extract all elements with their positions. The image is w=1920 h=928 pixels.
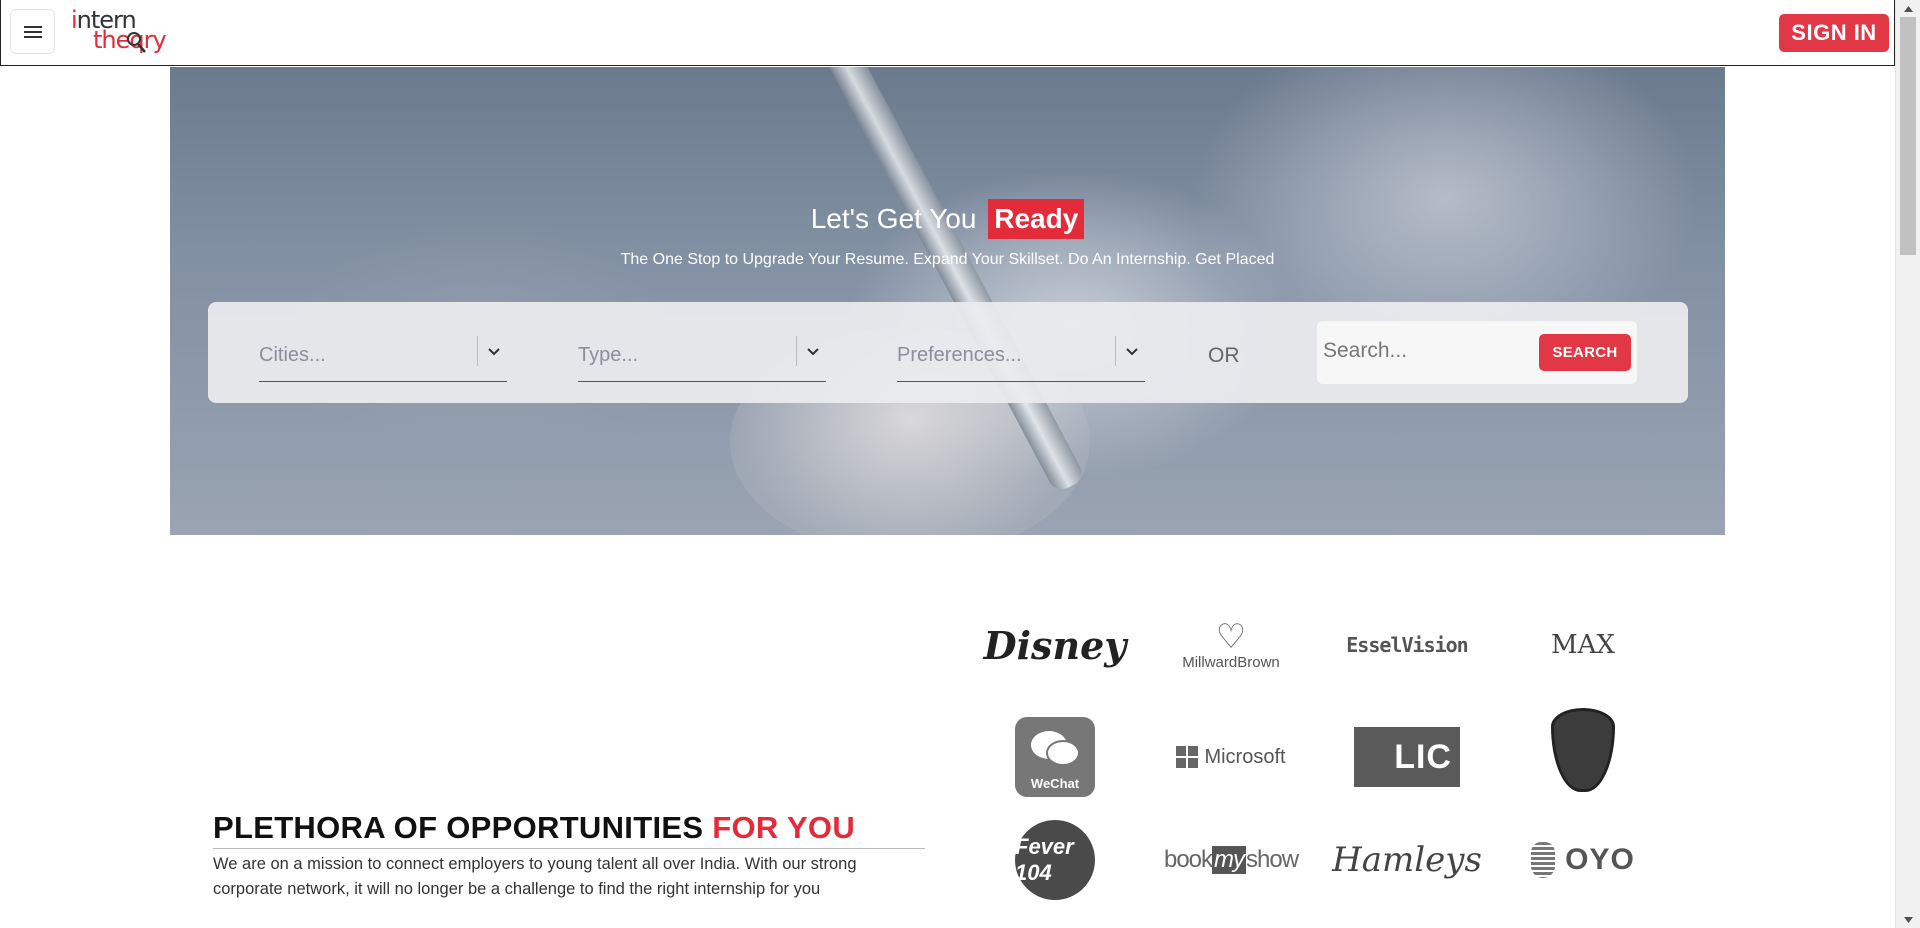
search-button[interactable]: SEARCH [1539,334,1631,371]
hamleys-logo: Hamleys [1332,840,1482,880]
hamburger-menu-icon [23,25,42,38]
hero-subtitle: The One Stop to Upgrade Your Resume. Exp… [620,251,1275,268]
wechat-text: WeChat [1030,776,1080,791]
microsoft-squares-icon [1176,746,1199,768]
oyo-bulb-icon [1531,842,1556,878]
cities-dropdown[interactable]: Cities... [259,332,507,382]
fever-fm-logo: Fever 104 [990,815,1120,905]
sign-in-button[interactable]: SIGN IN [1779,14,1889,52]
opportunities-heading-accent: FOR YOU [712,810,856,845]
hero-title-prefix: Let's Get You [810,203,977,234]
disney-logo: Disney [983,622,1127,668]
heading-divider [213,848,925,849]
type-placeholder: Type... [578,344,639,366]
page-scrollbar[interactable] [1895,0,1920,928]
wechat-logo: WeChat [990,712,1120,802]
chevron-down-icon[interactable] [487,347,501,356]
hero-title: Let's Get You Ready [170,199,1725,239]
hero-title-highlight: Ready [988,199,1085,239]
essel-vision-logo: EsselVision [1346,633,1468,657]
partner-logos-grid: Disney ♡ MillwardBrown EsselVision MAX W… [983,600,1670,910]
heart-icon: ♡ [1215,617,1247,656]
millward-brown-text: MillwardBrown [1182,653,1280,671]
preferences-dropdown[interactable]: Preferences... [897,332,1145,382]
dropdown-separator [477,336,478,366]
microsoft-logo: Microsoft [1166,712,1296,802]
magnifier-logo-icon [127,32,146,53]
wechat-icon: WeChat [1015,717,1095,797]
max-healthcare-logo: MAX [1551,630,1615,660]
porsche-logo [1518,705,1648,795]
oyo-text: OYO [1565,843,1635,876]
oyo-logo: OYO [1518,815,1648,905]
search-input[interactable] [1323,335,1523,367]
opportunities-heading: PLETHORA OF OPPORTUNITIES FOR YOU [213,810,855,846]
scroll-down-arrow-icon[interactable] [1896,911,1920,928]
cities-placeholder: Cities... [259,344,326,366]
search-box: SEARCH [1317,321,1637,384]
microsoft-text: Microsoft [1204,745,1286,768]
fever-fm-text: Fever 104 [1015,820,1095,900]
scrollbar-thumb[interactable] [1900,17,1916,255]
chevron-down-icon[interactable] [806,347,820,356]
chevron-down-icon[interactable] [1125,347,1139,356]
bookmyshow-logo: book my show [1163,815,1299,905]
bms-my: my [1212,846,1247,874]
or-separator-text: OR [1208,344,1240,367]
chat-bubbles-icon [1031,731,1080,766]
lic-logo: LIC [1342,712,1472,802]
scroll-up-arrow-icon[interactable] [1896,0,1920,17]
preferences-placeholder: Preferences... [897,344,1022,366]
bms-show: show [1246,846,1299,873]
lic-text: LIC [1354,727,1460,787]
dropdown-separator [1115,336,1116,366]
search-filter-bar: Cities... Type... Preferences... OR SEAR… [208,302,1688,403]
millward-brown-logo: ♡ MillwardBrown [1166,600,1296,690]
opportunities-description: We are on a mission to connect employers… [213,855,857,898]
opportunities-heading-main: PLETHORA OF OPPORTUNITIES [213,810,704,845]
type-dropdown[interactable]: Type... [578,332,826,382]
top-navbar: intern theqry SIGN IN [0,0,1895,66]
hamburger-menu-button[interactable] [10,9,55,54]
porsche-crest-icon [1551,708,1615,792]
hero-banner: Let's Get You Ready The One Stop to Upgr… [170,67,1725,535]
site-logo[interactable]: intern theqry [71,4,167,60]
bms-book: book [1163,846,1213,873]
dropdown-separator [796,336,797,366]
